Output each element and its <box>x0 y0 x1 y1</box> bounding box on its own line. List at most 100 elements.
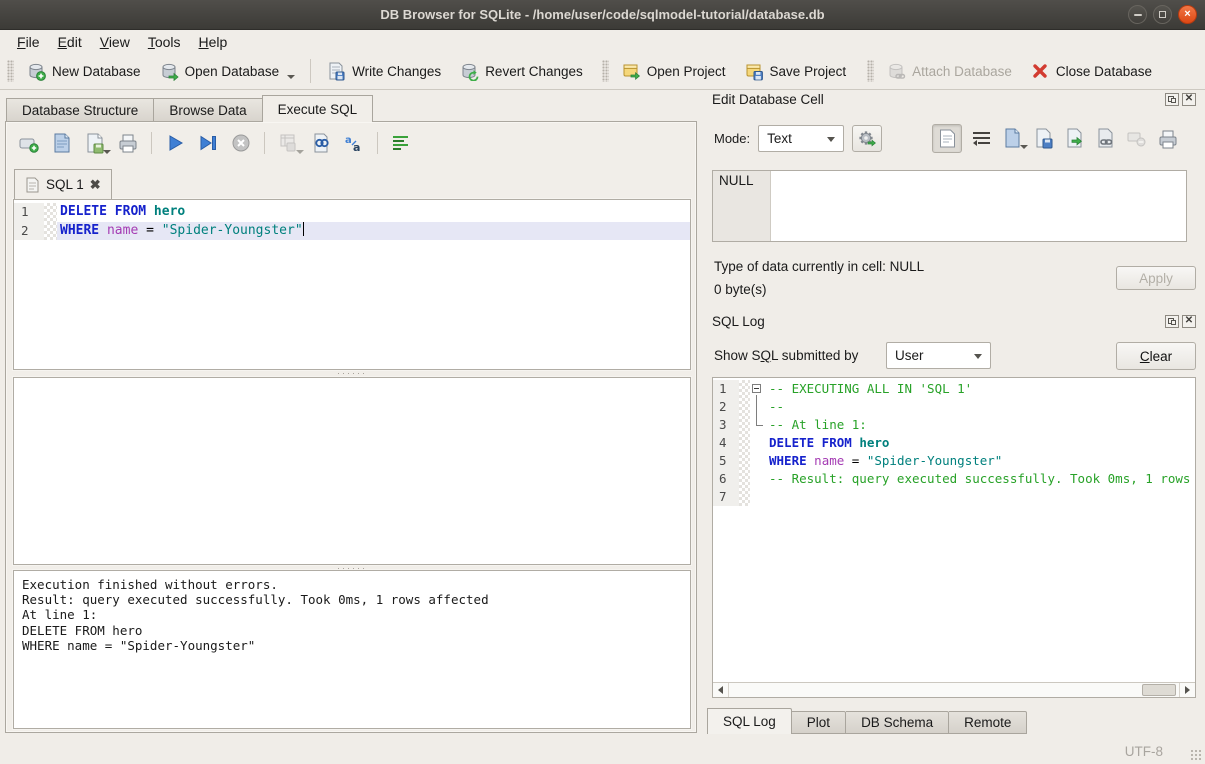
chevron-down-icon <box>974 354 982 359</box>
tab-execute-sql[interactable]: Execute SQL <box>262 95 374 122</box>
encoding-indicator[interactable]: UTF-8 <box>1125 744 1163 759</box>
fold-column[interactable] <box>750 380 766 398</box>
close-dock-button[interactable]: ✕ <box>1182 93 1196 106</box>
message-line: Execution finished without errors. <box>22 577 682 592</box>
close-database-button[interactable]: Close Database <box>1021 57 1161 85</box>
log-line: 3 -- At line 1: <box>713 416 1195 434</box>
menu-tools[interactable]: Tools <box>139 33 190 51</box>
tab-database-structure[interactable]: Database Structure <box>6 98 153 122</box>
float-dock-button[interactable] <box>1165 315 1179 328</box>
scrollbar-thumb[interactable] <box>1142 684 1176 696</box>
cell-editor-area[interactable] <box>771 171 1186 241</box>
close-dock-button[interactable]: ✕ <box>1182 315 1196 328</box>
format-sql-icon: aa <box>343 132 365 154</box>
horizontal-scrollbar[interactable] <box>713 682 1195 697</box>
dock-tab-db-schema[interactable]: DB Schema <box>846 711 949 734</box>
open-database-dropdown-icon[interactable] <box>287 75 295 79</box>
minimize-button[interactable] <box>1128 5 1147 24</box>
close-button[interactable]: × <box>1178 5 1197 24</box>
save-results-dropdown-icon <box>296 150 304 154</box>
resize-grip[interactable] <box>1189 748 1202 761</box>
code-line[interactable]: DELETE FROM hero <box>57 203 690 222</box>
maximize-button[interactable] <box>1153 5 1172 24</box>
close-icon: ✕ <box>1183 93 1195 104</box>
message-line: At line 1: <box>22 607 682 622</box>
toolbar-grip[interactable] <box>867 60 874 82</box>
mode-label: Mode: <box>714 131 750 146</box>
cell-editor-box[interactable]: NULL <box>712 170 1187 242</box>
dock-tab-plot[interactable]: Plot <box>792 711 846 734</box>
mode-select[interactable]: Text <box>758 125 844 152</box>
save-sql-file-button[interactable] <box>82 130 108 156</box>
open-sql-file-button[interactable] <box>49 130 75 156</box>
line-number: 3 <box>713 416 739 434</box>
dock-tab-remote[interactable]: Remote <box>949 711 1027 734</box>
code-line: DELETE FROM hero <box>766 434 1195 452</box>
float-dock-button[interactable] <box>1165 93 1179 106</box>
close-database-label: Close Database <box>1056 64 1152 79</box>
import-dropdown-icon[interactable] <box>1020 145 1028 149</box>
scroll-right-button[interactable] <box>1179 683 1195 697</box>
revert-changes-button[interactable]: Revert Changes <box>450 57 592 85</box>
open-database-button[interactable]: Open Database <box>150 57 305 85</box>
save-as-file-button[interactable] <box>1064 128 1086 150</box>
fold-margin <box>739 380 750 398</box>
print-button[interactable] <box>115 130 141 156</box>
import-cell-data-button[interactable] <box>1002 128 1024 150</box>
open-project-button[interactable]: Open Project <box>612 57 735 85</box>
toolbar-grip[interactable] <box>602 60 609 82</box>
menu-edit[interactable]: Edit <box>49 33 91 51</box>
print-cell-button[interactable] <box>1157 128 1179 150</box>
code-line[interactable]: WHERE name = "Spider-Youngster" <box>57 222 690 241</box>
splitter-handle[interactable]: ······ <box>13 370 691 376</box>
open-url-button[interactable] <box>1095 128 1117 150</box>
revert-changes-label: Revert Changes <box>485 64 583 79</box>
save-sql-dropdown-icon[interactable] <box>103 150 111 154</box>
sql1-tab-close-icon[interactable]: ✖ <box>90 177 101 193</box>
dock-tab-sql-log[interactable]: SQL Log <box>707 708 792 734</box>
sql1-tab[interactable]: SQL 1 ✖ <box>14 169 112 199</box>
new-tab-icon <box>18 132 40 154</box>
sql1-tab-label: SQL 1 <box>46 177 84 192</box>
scroll-left-button[interactable] <box>713 683 729 697</box>
sql-log-filter-select[interactable]: User <box>886 342 991 369</box>
auto-apply-button[interactable] <box>852 125 882 152</box>
message-line: Result: query executed successfully. Too… <box>22 592 682 607</box>
editor-line-current[interactable]: 2 WHERE name = "Spider-Youngster" <box>14 222 690 241</box>
sql-editor[interactable]: 1 DELETE FROM hero 2 WHERE name = "Spide… <box>13 199 691 370</box>
text-mode-toggle[interactable] <box>932 124 962 153</box>
window-title: DB Browser for SQLite - /home/user/code/… <box>380 7 824 22</box>
svg-text:a: a <box>345 135 352 146</box>
execute-line-button[interactable] <box>195 130 221 156</box>
gear-icon <box>857 129 877 149</box>
set-null-icon <box>1127 130 1147 148</box>
menu-view[interactable]: View <box>91 33 139 51</box>
save-project-button[interactable]: Save Project <box>735 57 856 85</box>
execute-all-button[interactable] <box>162 130 188 156</box>
menu-help[interactable]: Help <box>190 33 237 51</box>
new-database-button[interactable]: New Database <box>17 57 150 85</box>
find-button[interactable] <box>308 130 334 156</box>
fold-collapse-icon[interactable] <box>752 384 761 393</box>
write-changes-button[interactable]: Write Changes <box>317 57 450 85</box>
word-wrap-cell-button[interactable] <box>971 128 993 150</box>
apply-button: Apply <box>1116 266 1196 290</box>
toolbar-grip[interactable] <box>7 60 14 82</box>
results-grid[interactable] <box>13 377 691 565</box>
word-wrap-button[interactable] <box>388 130 414 156</box>
toolbar-separator <box>151 132 152 154</box>
open-sql-tab-button[interactable] <box>16 130 42 156</box>
export-cell-data-button[interactable] <box>1033 128 1055 150</box>
sql-log-view[interactable]: 1 -- EXECUTING ALL IN 'SQL 1' 2 -- 3 -- … <box>712 377 1196 698</box>
fold-margin <box>739 398 750 416</box>
code-line: -- EXECUTING ALL IN 'SQL 1' <box>766 380 1195 398</box>
code-line: -- <box>766 398 1195 416</box>
format-sql-button[interactable]: aa <box>341 130 367 156</box>
open-project-icon <box>621 61 641 81</box>
log-line: 4 DELETE FROM hero <box>713 434 1195 452</box>
tab-browse-data[interactable]: Browse Data <box>153 98 261 122</box>
editor-line[interactable]: 1 DELETE FROM hero <box>14 203 690 222</box>
execution-message-pane[interactable]: Execution finished without errors.Result… <box>13 570 691 729</box>
clear-log-button[interactable]: Clear <box>1116 342 1196 370</box>
menu-file[interactable]: File <box>8 33 49 51</box>
